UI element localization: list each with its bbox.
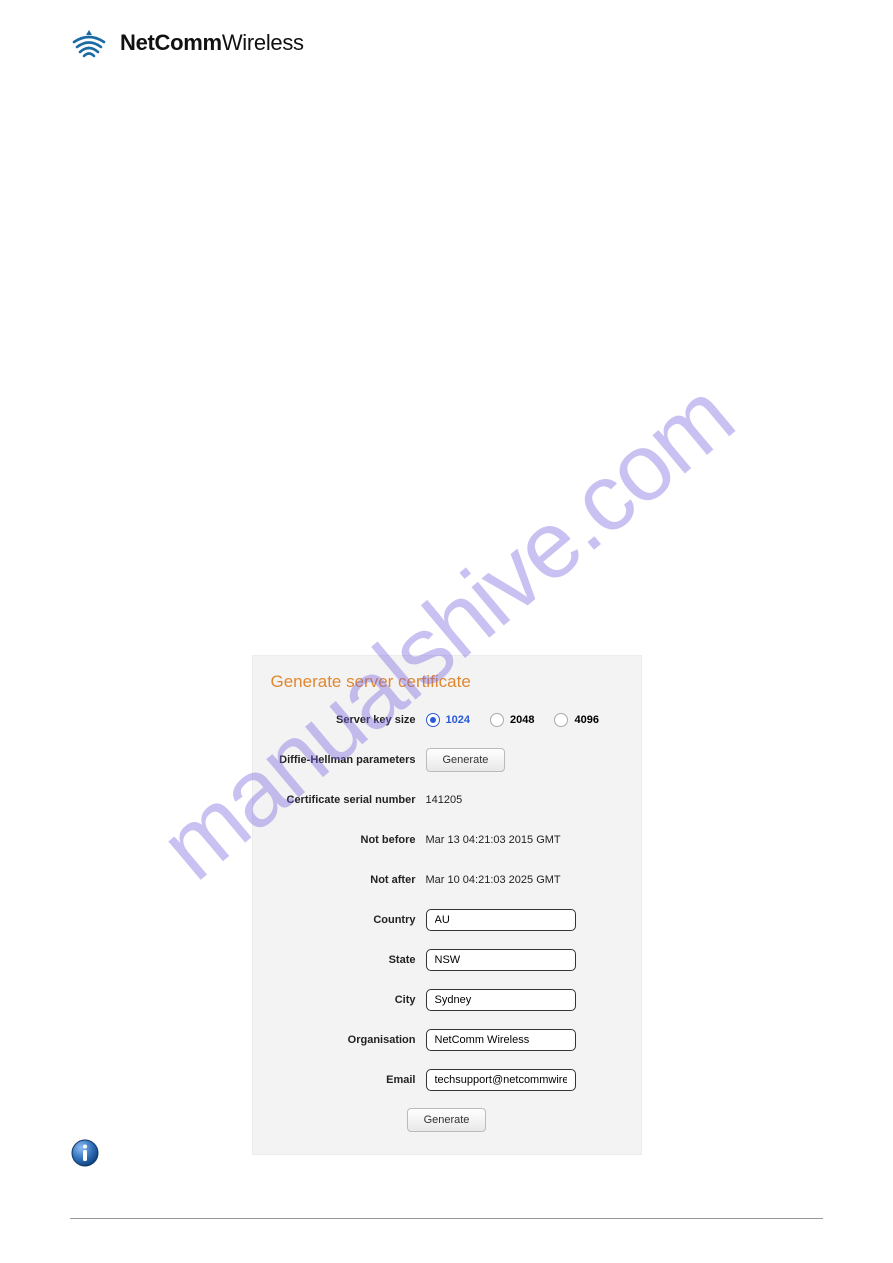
brand-light: Wireless xyxy=(222,30,304,55)
label-country: Country xyxy=(271,914,426,926)
generate-server-certificate-panel: Generate server certificate Server key s… xyxy=(252,655,642,1155)
radio-label: 2048 xyxy=(510,714,534,726)
label-email: Email xyxy=(271,1074,426,1086)
info-icon xyxy=(70,1138,100,1173)
panel-title: Generate server certificate xyxy=(271,672,623,692)
label-not-before: Not before xyxy=(271,834,426,846)
label-server-key-size: Server key size xyxy=(271,714,426,726)
state-field[interactable] xyxy=(426,949,576,971)
email-field[interactable] xyxy=(426,1069,576,1091)
city-field[interactable] xyxy=(426,989,576,1011)
label-organisation: Organisation xyxy=(271,1034,426,1046)
generate-button[interactable]: Generate xyxy=(407,1108,487,1132)
value-not-before: Mar 13 04:21:03 2015 GMT xyxy=(426,834,561,846)
dh-generate-button[interactable]: Generate xyxy=(426,748,506,772)
brand-logo: NetCommWireless xyxy=(70,28,823,58)
brand-text: NetCommWireless xyxy=(120,30,304,56)
divider xyxy=(70,1218,823,1219)
brand-bold: NetComm xyxy=(120,30,222,55)
value-not-after: Mar 10 04:21:03 2025 GMT xyxy=(426,874,561,886)
radio-2048[interactable]: 2048 xyxy=(490,713,534,727)
value-serial-number: 141205 xyxy=(426,794,463,806)
wifi-arcs-icon xyxy=(70,28,108,58)
radio-label: 4096 xyxy=(574,714,598,726)
radio-label: 1024 xyxy=(446,714,470,726)
radio-1024[interactable]: 1024 xyxy=(426,713,470,727)
key-size-radio-group: 1024 2048 4096 xyxy=(426,713,599,727)
radio-icon xyxy=(554,713,568,727)
country-field[interactable] xyxy=(426,909,576,931)
radio-icon xyxy=(426,713,440,727)
label-serial-number: Certificate serial number xyxy=(271,794,426,806)
organisation-field[interactable] xyxy=(426,1029,576,1051)
label-state: State xyxy=(271,954,426,966)
radio-icon xyxy=(490,713,504,727)
label-not-after: Not after xyxy=(271,874,426,886)
label-dh-params: Diffie-Hellman parameters xyxy=(271,754,426,766)
radio-4096[interactable]: 4096 xyxy=(554,713,598,727)
label-city: City xyxy=(271,994,426,1006)
